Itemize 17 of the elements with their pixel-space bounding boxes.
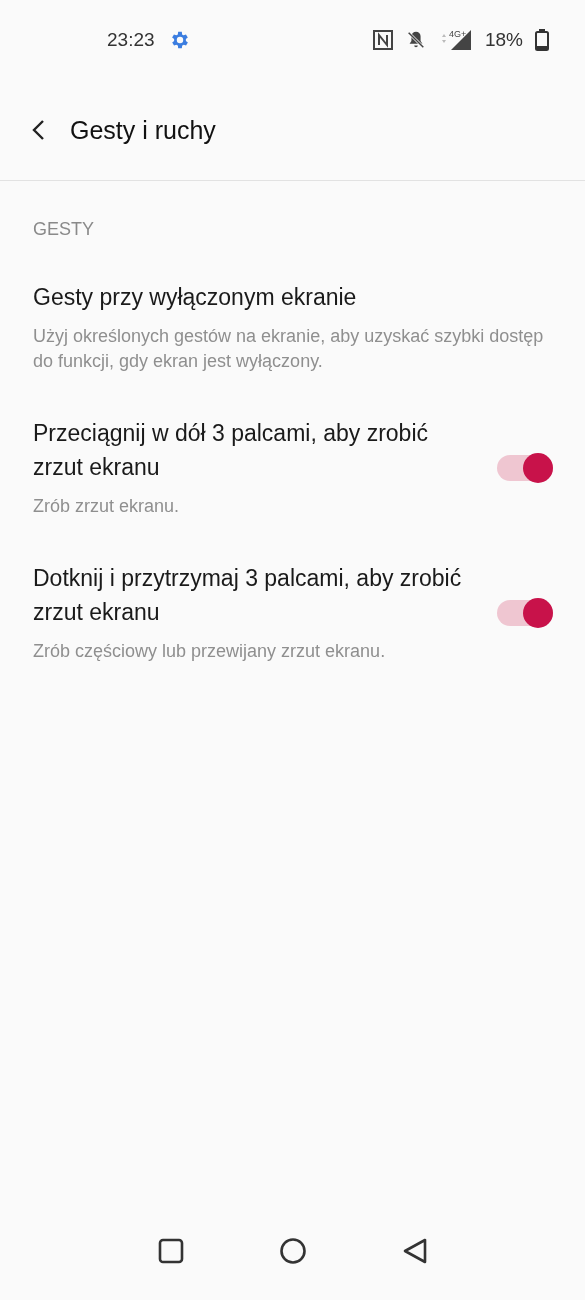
setting-description: Zrób częściowy lub przewijany zrzut ekranu. xyxy=(33,640,387,663)
home-icon[interactable] xyxy=(278,1236,307,1265)
setting-description: Zrób zrzut ekranu. xyxy=(33,495,181,518)
recents-icon[interactable] xyxy=(157,1237,184,1264)
setting-title[interactable]: Gesty przy wyłączonym ekranie xyxy=(33,280,553,314)
toggle-switch[interactable] xyxy=(497,454,553,481)
setting-title[interactable]: Przeciągnij w dół 3 palcami, aby zrobić zrzut ekranu xyxy=(33,416,477,484)
battery-percent: 18% xyxy=(484,29,523,51)
toggle-switch[interactable] xyxy=(497,599,553,626)
page-title: Gesty i ruchy xyxy=(70,115,216,145)
clock: 23:23 xyxy=(107,29,155,51)
battery-icon xyxy=(535,29,549,51)
setting-title[interactable]: Dotknij i przytrzymaj 3 palcami, aby zrobić zrzut ekranu xyxy=(33,561,477,629)
back-triangle-icon[interactable] xyxy=(401,1236,428,1265)
nfc-icon xyxy=(372,30,393,50)
section-header: GESTY xyxy=(32,218,95,241)
setting-description: Użyj określonych gestów na ekranie, aby uzyskać szybki dostęp do funkcji, gdy ekran jest wyłączony. xyxy=(33,325,545,373)
